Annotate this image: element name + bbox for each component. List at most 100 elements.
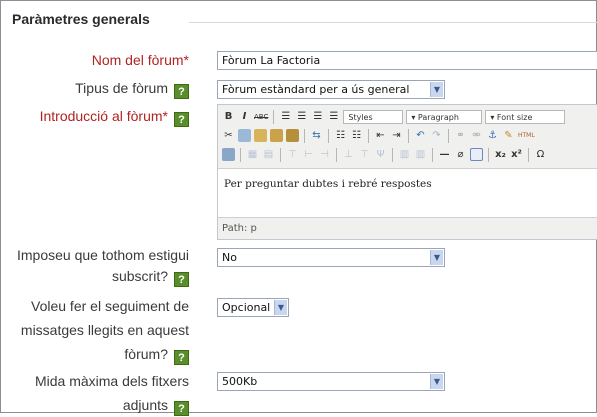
- merge-cells-icon[interactable]: ⊥: [342, 148, 355, 162]
- align-left-icon[interactable]: ☰: [279, 110, 292, 124]
- forum-type-label: Tipus de fòrum?: [75, 76, 189, 100]
- split-cells-icon[interactable]: ⊤: [358, 148, 371, 162]
- table-row-icon[interactable]: ▤: [262, 148, 275, 162]
- toolbar-separator: [240, 147, 241, 162]
- toolbar-separator: [408, 128, 409, 143]
- chevron-down-icon: ▼: [430, 250, 443, 265]
- toolbar-separator: [432, 147, 433, 162]
- visual-aid-icon[interactable]: [470, 148, 483, 161]
- forum-type-label-text: Tipus de fòrum: [75, 80, 168, 96]
- special-char-icon[interactable]: Ω: [534, 148, 547, 162]
- subscribe-label: Imposeu que tothom estigui subscrit??: [17, 245, 189, 287]
- editor-path: Path: p: [222, 223, 257, 234]
- intro-label: Introducció al fòrum*?: [40, 104, 189, 128]
- forum-name-label-text: Nom del fòrum*: [91, 52, 189, 68]
- superscript-button[interactable]: x²: [510, 148, 523, 162]
- forum-type-select[interactable]: Fòrum estàndard per a ús general ▼: [217, 80, 445, 99]
- tracking-label-line3: fòrum?: [124, 346, 168, 362]
- editor-content-area[interactable]: Per preguntar dubtes i rebré respostes: [218, 168, 597, 218]
- italic-button[interactable]: I: [238, 110, 251, 124]
- cut-icon[interactable]: ✂: [222, 129, 235, 143]
- copy-icon[interactable]: [238, 129, 251, 142]
- editor-toolbar-row-3: ▦ ▤ ⊤ ⊢ ⊣ ⊥ ⊤ Ψ ▥ ▥ — ⌀ x₂ x² Ω: [222, 145, 597, 164]
- subscribe-select[interactable]: No ▼: [217, 248, 445, 267]
- row-props-icon[interactable]: ▥: [398, 148, 411, 162]
- tracking-label-line3-wrap: fòrum??: [21, 342, 189, 366]
- help-icon[interactable]: ?: [174, 350, 189, 365]
- help-icon[interactable]: ?: [174, 112, 189, 127]
- rich-text-editor[interactable]: B I ABC ☰ ☰ ☰ ☰ Styles ▾ Paragraph ▾ Fon…: [217, 104, 597, 240]
- toolbar-separator: [528, 147, 529, 162]
- font-size-dropdown-label: Font size: [496, 112, 533, 122]
- paragraph-dropdown-label: Paragraph: [417, 112, 459, 122]
- subscribe-value: No: [222, 251, 237, 264]
- forum-name-label: Nom del fòrum*: [92, 48, 189, 72]
- col-props-icon[interactable]: ▥: [414, 148, 427, 162]
- toolbar-separator: [368, 128, 369, 143]
- subscribe-label-line2: subscrit?: [111, 268, 168, 284]
- help-icon[interactable]: ?: [174, 84, 189, 99]
- fieldset-divider: [189, 22, 597, 23]
- insert-col-icon[interactable]: ⊢: [302, 148, 315, 162]
- find-replace-icon[interactable]: ⇆: [310, 129, 323, 143]
- strikethrough-button[interactable]: ABC: [254, 110, 268, 124]
- cell-props-icon[interactable]: Ψ: [374, 148, 387, 162]
- toolbar-separator: [273, 109, 275, 124]
- max-attachment-label-line1: Mida màxima dels fitxers: [34, 373, 189, 389]
- font-size-dropdown[interactable]: ▾ Font size: [485, 109, 566, 124]
- help-icon[interactable]: ?: [174, 401, 189, 416]
- toolbar-separator: [392, 147, 393, 162]
- paste-word-icon[interactable]: [286, 129, 299, 142]
- subscript-button[interactable]: x₂: [494, 148, 507, 162]
- align-center-icon[interactable]: ☰: [295, 110, 308, 124]
- numbered-list-icon[interactable]: ☷: [350, 129, 363, 143]
- edit-icon[interactable]: [222, 148, 235, 161]
- outdent-icon[interactable]: ⇤: [374, 129, 387, 143]
- help-icon[interactable]: ?: [174, 272, 189, 287]
- chevron-down-icon: ▼: [430, 82, 443, 97]
- undo-icon[interactable]: ↶: [414, 129, 427, 143]
- chevron-down-icon: ▼: [274, 300, 287, 315]
- paragraph-dropdown[interactable]: ▾ Paragraph: [406, 109, 483, 124]
- max-attachment-select[interactable]: 500Kb ▼: [217, 372, 445, 391]
- paste-icon[interactable]: [254, 129, 267, 142]
- tracking-label-line1: Voleu fer el seguiment de: [31, 298, 189, 314]
- horizontal-rule-icon[interactable]: —: [438, 148, 451, 162]
- align-justify-icon[interactable]: ☰: [327, 110, 340, 124]
- intro-label-text: Introducció al fòrum*: [39, 108, 168, 124]
- editor-toolbar-row-1: B I ABC ☰ ☰ ☰ ☰ Styles ▾ Paragraph ▾ Fon…: [222, 107, 597, 126]
- toolbar-separator: [304, 128, 305, 143]
- toolbar-separator: [336, 147, 337, 162]
- max-attachment-value: 500Kb: [222, 375, 258, 388]
- unlink-icon[interactable]: ⚮: [470, 129, 483, 143]
- max-attachment-label: Mida màxima dels fitxers adjunts?: [35, 369, 189, 417]
- indent-icon[interactable]: ⇥: [390, 129, 403, 143]
- fieldset-legend: Paràmetres generals: [12, 11, 150, 27]
- paste-text-icon[interactable]: [270, 129, 283, 142]
- align-right-icon[interactable]: ☰: [311, 110, 324, 124]
- tracking-select[interactable]: Opcional ▼: [217, 298, 289, 317]
- bold-button[interactable]: B: [222, 110, 235, 124]
- insert-row-icon[interactable]: ⊤: [286, 148, 299, 162]
- form-frame: Paràmetres generals Nom del fòrum* Fòrum…: [0, 0, 597, 416]
- max-attachment-label-line2: adjunts: [122, 397, 168, 413]
- max-attachment-label-line2-wrap: adjunts?: [35, 393, 189, 417]
- styles-dropdown[interactable]: Styles: [343, 109, 404, 124]
- toolbar-separator: [448, 128, 449, 143]
- cleanup-icon[interactable]: ✎: [502, 129, 515, 143]
- tracking-label: Voleu fer el seguiment de missatges lleg…: [21, 294, 189, 366]
- editor-toolbar-row-2: ✂ ⇆ ☷ ☷ ⇤ ⇥ ↶ ↷ ⚭ ⚮ ⚓ ✎ HTML: [222, 126, 597, 145]
- styles-dropdown-label: Styles: [348, 112, 373, 122]
- subscribe-label-line2-wrap: subscrit??: [17, 266, 189, 287]
- delete-row-icon[interactable]: ⊣: [318, 148, 331, 162]
- anchor-icon[interactable]: ⚓: [486, 129, 499, 143]
- link-icon[interactable]: ⚭: [454, 129, 467, 143]
- bullet-list-icon[interactable]: ☷: [334, 129, 347, 143]
- table-icon[interactable]: ▦: [246, 148, 259, 162]
- redo-icon[interactable]: ↷: [430, 129, 443, 143]
- toolbar-separator: [280, 147, 281, 162]
- forum-type-value: Fòrum estàndard per a ús general: [222, 83, 410, 96]
- remove-format-icon[interactable]: ⌀: [454, 148, 467, 162]
- forum-name-input[interactable]: Fòrum La Factoria: [217, 51, 597, 70]
- html-icon[interactable]: HTML: [518, 129, 535, 143]
